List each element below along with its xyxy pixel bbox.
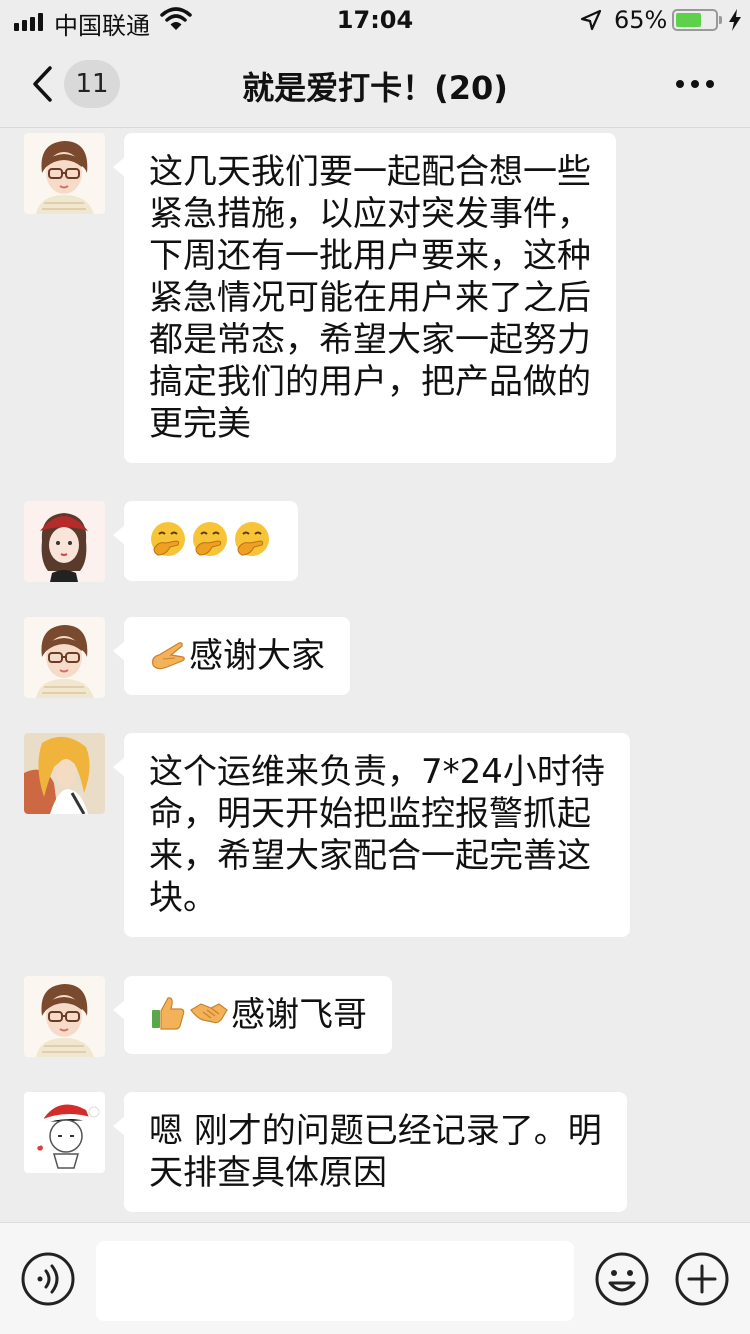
message-text-line: 来，希望大家配合一起完善这	[149, 836, 591, 876]
emoji-picker-icon[interactable]	[594, 1251, 650, 1307]
message-bubble[interactable]: 这几天我们要一起配合想一些 紧急措施，以应对突发事件， 下周还有一批用户要来，这…	[113, 133, 616, 463]
battery-fill	[676, 13, 701, 27]
chat-screen: 中国联通 17:04 65% 11 就是爱打卡！(20) 这几天我们要一起配合想…	[0, 0, 750, 1334]
message-text: 感谢大家	[189, 636, 325, 676]
hand-over-mouth-emoji	[193, 522, 227, 556]
message-text-line: 下周还有一批用户要来，这种	[149, 236, 591, 276]
pinched-fingers-emoji	[152, 642, 185, 670]
more-functions-plus-icon[interactable]	[674, 1251, 730, 1307]
chat-title: 就是爱打卡！(20)	[242, 69, 508, 107]
message-text-line: 这几天我们要一起配合想一些	[149, 152, 591, 192]
message-text-line: 这个运维来负责，7*24小时待	[149, 752, 605, 792]
hand-over-mouth-emoji	[151, 522, 185, 556]
message-text-line: 命，明天开始把监控报警抓起	[149, 794, 591, 834]
chat-nav-bar: 11 就是爱打卡！(20)	[0, 40, 750, 128]
hand-over-mouth-emoji	[235, 522, 269, 556]
battery-icon	[672, 9, 718, 31]
message-text-line: 感谢大家	[149, 635, 325, 677]
avatar-woman-glasses[interactable]	[24, 133, 105, 214]
message-text-line: 嗯 刚才的问题已经记录了。明	[149, 1111, 602, 1151]
message-text-line: 搞定我们的用户，把产品做的	[149, 362, 591, 402]
handshake-emoji	[190, 1003, 228, 1024]
battery-nub	[719, 16, 722, 24]
more-options-icon[interactable]	[676, 80, 714, 88]
message-text-line: 块。	[149, 878, 217, 918]
message-input[interactable]	[96, 1241, 574, 1321]
status-bar: 中国联通 17:04 65%	[0, 0, 750, 40]
avatar-girl-red-hat[interactable]	[24, 501, 105, 582]
message-bubble[interactable]: 感谢飞哥	[113, 976, 392, 1054]
message-text-line: 天排查具体原因	[149, 1153, 387, 1193]
message-bubble[interactable]: 嗯 刚才的问题已经记录了。明 天排查具体原因	[113, 1092, 627, 1212]
message-text-line: 更完美	[149, 404, 251, 444]
avatar-anime-character[interactable]	[24, 733, 105, 814]
message-text-line: 感谢飞哥	[149, 994, 367, 1036]
message-text: 感谢飞哥	[231, 995, 367, 1035]
battery-percent: 65%	[614, 6, 668, 34]
chat-input-bar	[0, 1222, 750, 1334]
message-bubble[interactable]: 感谢大家	[113, 617, 350, 695]
message-text-line: 都是常态，希望大家一起努力	[149, 320, 591, 360]
message-bubble[interactable]	[113, 501, 298, 581]
thumbs-up-emoji	[152, 997, 185, 1030]
message-text-line: 紧急情况可能在用户来了之后	[149, 278, 591, 318]
avatar-woman-glasses[interactable]	[24, 617, 105, 698]
message-bubble[interactable]: 这个运维来负责，7*24小时待 命，明天开始把监控报警抓起 来，希望大家配合一起…	[113, 733, 630, 937]
message-text-line: 紧急措施，以应对突发事件，	[149, 194, 591, 234]
voice-input-icon[interactable]	[20, 1251, 76, 1307]
location-arrow-icon	[580, 9, 602, 31]
charging-bolt-icon	[729, 9, 741, 31]
avatar-woman-glasses[interactable]	[24, 976, 105, 1057]
emoji-row	[148, 519, 274, 563]
avatar-santa-hat-sketch[interactable]	[24, 1092, 105, 1173]
